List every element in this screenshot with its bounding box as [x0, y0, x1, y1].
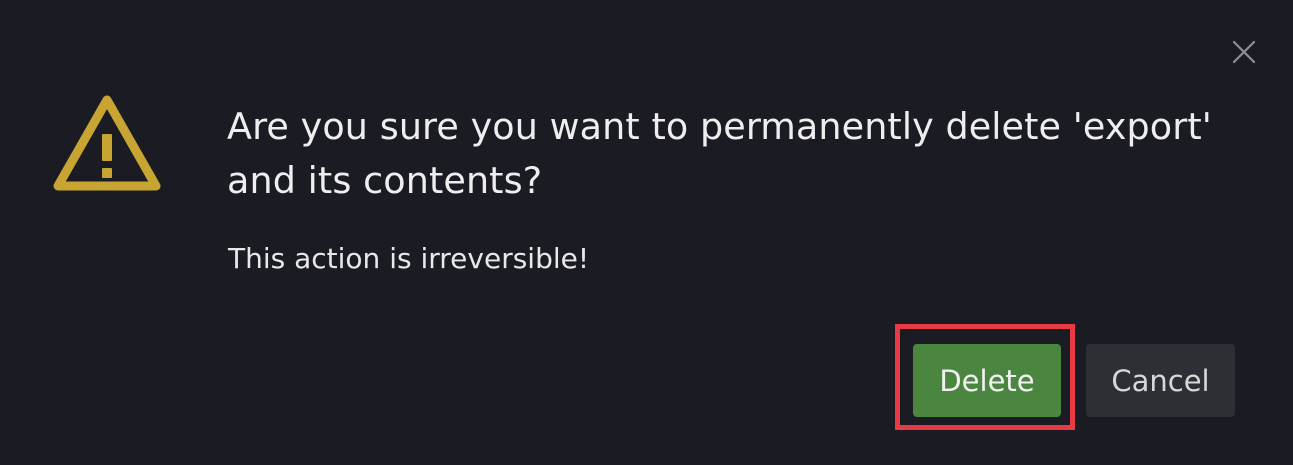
dialog-message: This action is irreversible! — [228, 242, 590, 275]
dialog-title: Are you sure you want to permanently del… — [227, 105, 1212, 202]
close-icon[interactable] — [1231, 39, 1257, 65]
warning-icon — [53, 95, 161, 191]
close-button[interactable] — [1228, 34, 1260, 70]
confirm-delete-dialog: Are you sure you want to permanently del… — [0, 0, 1293, 465]
delete-button[interactable]: Delete — [913, 344, 1061, 417]
cancel-button[interactable]: Cancel — [1086, 344, 1235, 417]
